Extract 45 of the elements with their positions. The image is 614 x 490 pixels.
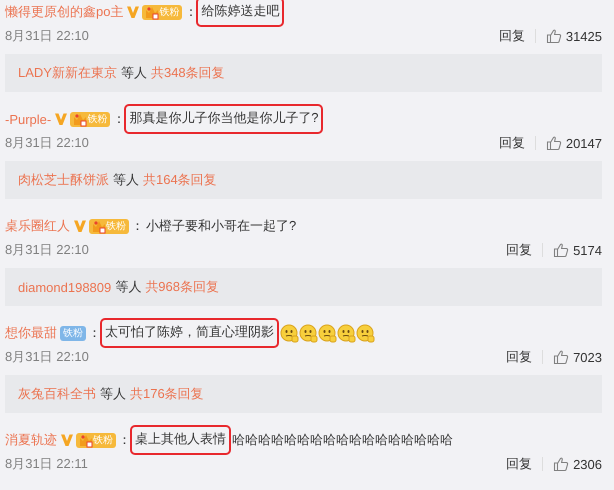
reply-button[interactable]: 回复 [506,243,544,257]
emoji-face-icon [318,324,337,342]
emoji-face-icon [356,324,375,342]
reply-button[interactable]: 回复 [498,29,536,43]
comment-text: 太可怕了陈婷，简直心理阴影 [103,321,276,345]
like-button[interactable]: 7023 [553,349,602,365]
comment-time: 8月31日 22:11 [5,455,88,473]
like-button[interactable]: 31425 [546,28,602,44]
comment-text: 哈哈哈哈哈哈哈哈哈哈哈哈哈哈哈哈哈 [232,431,453,449]
fan-badge: 铁粉 [60,326,86,340]
reply-button[interactable]: 回复 [498,136,536,150]
comment-time: 8月31日 22:10 [5,27,89,45]
thumbs-up-icon [553,456,570,472]
comment-time: 8月31日 22:10 [5,241,89,259]
comment-text: 桌上其他人表情 [133,428,228,452]
like-button[interactable]: 2306 [553,456,602,472]
comment-time: 8月31日 22:10 [5,348,89,366]
colon: ： [112,110,126,128]
colon: ： [88,324,101,342]
thumbs-up-icon [546,135,562,151]
colon: ： [131,217,144,235]
others-label: 等人 [120,64,147,82]
colon: ： [184,3,198,21]
comment-text: 给陈婷送走吧 [199,0,282,24]
like-button[interactable]: 20147 [546,135,602,151]
emoji-face-icon [299,324,318,342]
thumbs-up-icon [553,349,570,365]
others-label: 等人 [115,278,142,296]
others-label: 等人 [100,385,126,403]
reply-button[interactable]: 回复 [506,350,544,364]
comment-text: 那真是你儿子你当他是你儿子了? [127,107,320,131]
emoji-face-icon [337,324,356,342]
fan-badge: 铁粉 [70,112,110,126]
like-button[interactable]: 5174 [553,242,602,258]
reply-button[interactable]: 回复 [506,457,544,471]
colon: ： [118,431,131,449]
thumbs-up-icon [546,28,562,44]
fan-badge: 铁粉 [76,432,116,448]
comment-text: 小橙子要和小哥在一起了? [146,217,296,235]
emoji-face-icon [280,324,299,342]
thumbs-up-icon [553,242,570,258]
comment-time: 8月31日 22:10 [5,134,89,152]
others-label: 等人 [113,171,139,189]
fan-badge: 铁粉 [89,218,129,234]
fan-badge: 铁粉 [142,4,182,20]
